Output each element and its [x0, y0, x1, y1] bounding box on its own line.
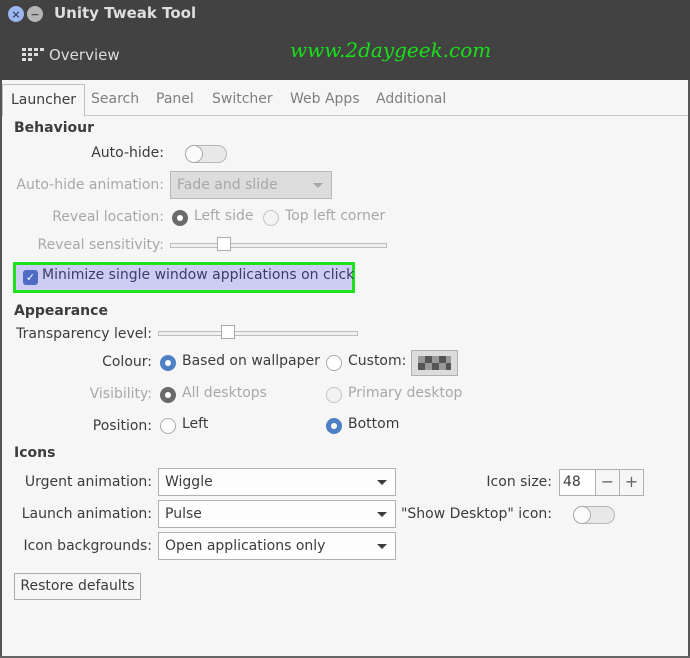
reveal-sensitivity-label: Reveal sensitivity: — [37, 237, 164, 253]
visibility-primary-label: Primary desktop — [348, 385, 463, 401]
colour-custom-radio[interactable] — [326, 355, 342, 371]
tab-panel[interactable]: Panel — [148, 84, 202, 116]
reveal-top-left-corner-label: Top left corner — [285, 208, 386, 224]
icon-size-value[interactable]: 48 — [563, 474, 581, 490]
autohide-label: Auto-hide: — [91, 145, 164, 161]
icon-size-label: Icon size: — [486, 474, 552, 490]
minimize-single-window-option[interactable]: ✓ Minimize single window applications on… — [13, 262, 355, 293]
chevron-down-icon — [377, 480, 387, 485]
toggle-knob — [573, 506, 591, 524]
urgent-animation-value: Wiggle — [165, 474, 213, 490]
icons-heading: Icons — [14, 445, 56, 461]
autohide-toggle[interactable] — [185, 145, 227, 163]
colour-wallpaper-radio[interactable] — [160, 355, 176, 371]
reveal-top-left-corner-radio[interactable] — [263, 210, 279, 226]
tab-bar: Launcher Search Panel Switcher Web Apps … — [2, 84, 688, 117]
minimize-checkbox[interactable]: ✓ — [23, 270, 38, 285]
transparency-label: Transparency level: — [16, 326, 152, 342]
tab-web-apps[interactable]: Web Apps — [282, 84, 368, 116]
title-bar: × − Unity Tweak Tool Overview www.2dayge… — [0, 0, 690, 80]
launch-animation-value: Pulse — [165, 506, 202, 522]
icon-backgrounds-label: Icon backgrounds: — [23, 538, 152, 554]
chevron-down-icon — [377, 544, 387, 549]
tab-switcher[interactable]: Switcher — [204, 84, 281, 116]
window-title: Unity Tweak Tool — [54, 4, 197, 22]
overview-button[interactable]: Overview — [22, 46, 120, 64]
reveal-left-side-radio[interactable] — [172, 210, 188, 226]
position-label: Position: — [92, 418, 152, 434]
launch-animation-label: Launch animation: — [21, 506, 152, 522]
position-left-label: Left — [182, 416, 209, 432]
reveal-location-label: Reveal location: — [52, 209, 164, 225]
transparency-slider[interactable] — [158, 325, 358, 345]
autohide-animation-label: Auto-hide animation: — [16, 177, 164, 193]
autohide-animation-select[interactable]: Fade and slide — [170, 171, 332, 199]
autohide-animation-value: Fade and slide — [177, 177, 278, 193]
minimize-icon: − — [30, 7, 40, 21]
tab-additional[interactable]: Additional — [368, 84, 454, 116]
position-left-radio[interactable] — [160, 418, 176, 434]
chevron-down-icon — [313, 183, 323, 188]
visibility-label: Visibility: — [89, 386, 152, 402]
colour-custom-label: Custom: — [348, 353, 407, 369]
minimize-button[interactable]: − — [27, 6, 43, 22]
check-icon: ✓ — [25, 271, 36, 284]
icon-backgrounds-select[interactable]: Open applications only — [158, 532, 396, 560]
reveal-sensitivity-slider[interactable] — [170, 237, 387, 257]
show-desktop-toggle[interactable] — [573, 506, 615, 524]
minimize-label: Minimize single window applications on c… — [42, 267, 355, 283]
behaviour-heading: Behaviour — [14, 120, 94, 136]
tab-search[interactable]: Search — [83, 84, 147, 116]
decrement-button[interactable]: − — [595, 470, 619, 495]
overview-label: Overview — [49, 46, 120, 64]
restore-defaults-button[interactable]: Restore defaults — [14, 573, 141, 600]
tab-launcher[interactable]: Launcher — [2, 84, 86, 117]
close-button[interactable]: × — [8, 6, 24, 22]
visibility-all-label: All desktops — [182, 385, 267, 401]
slider-handle[interactable] — [217, 237, 232, 251]
launch-animation-select[interactable]: Pulse — [158, 500, 396, 528]
icon-backgrounds-value: Open applications only — [165, 538, 326, 554]
slider-track — [158, 331, 358, 336]
visibility-all-radio[interactable] — [160, 387, 176, 403]
reveal-left-side-label: Left side — [194, 208, 254, 224]
grid-icon — [22, 48, 44, 62]
visibility-primary-radio[interactable] — [326, 387, 342, 403]
position-bottom-radio[interactable] — [326, 418, 342, 434]
toggle-knob — [185, 145, 203, 163]
chevron-down-icon — [377, 512, 387, 517]
increment-button[interactable]: + — [619, 470, 643, 495]
position-bottom-label: Bottom — [348, 416, 400, 432]
colour-wallpaper-label: Based on wallpaper — [182, 353, 320, 369]
watermark: www.2daygeek.com — [290, 38, 492, 62]
close-icon: × — [11, 7, 21, 21]
urgent-animation-label: Urgent animation: — [24, 474, 152, 490]
window-border — [0, 80, 2, 658]
colour-label: Colour: — [102, 354, 152, 370]
custom-colour-button[interactable] — [411, 350, 458, 376]
appearance-heading: Appearance — [14, 303, 108, 319]
show-desktop-label: "Show Desktop" icon: — [400, 506, 552, 522]
icon-size-spinner[interactable]: 48 − + — [559, 469, 644, 496]
slider-handle[interactable] — [221, 325, 235, 339]
urgent-animation-select[interactable]: Wiggle — [158, 468, 396, 496]
slider-track — [170, 243, 387, 248]
colour-swatch — [418, 356, 451, 370]
